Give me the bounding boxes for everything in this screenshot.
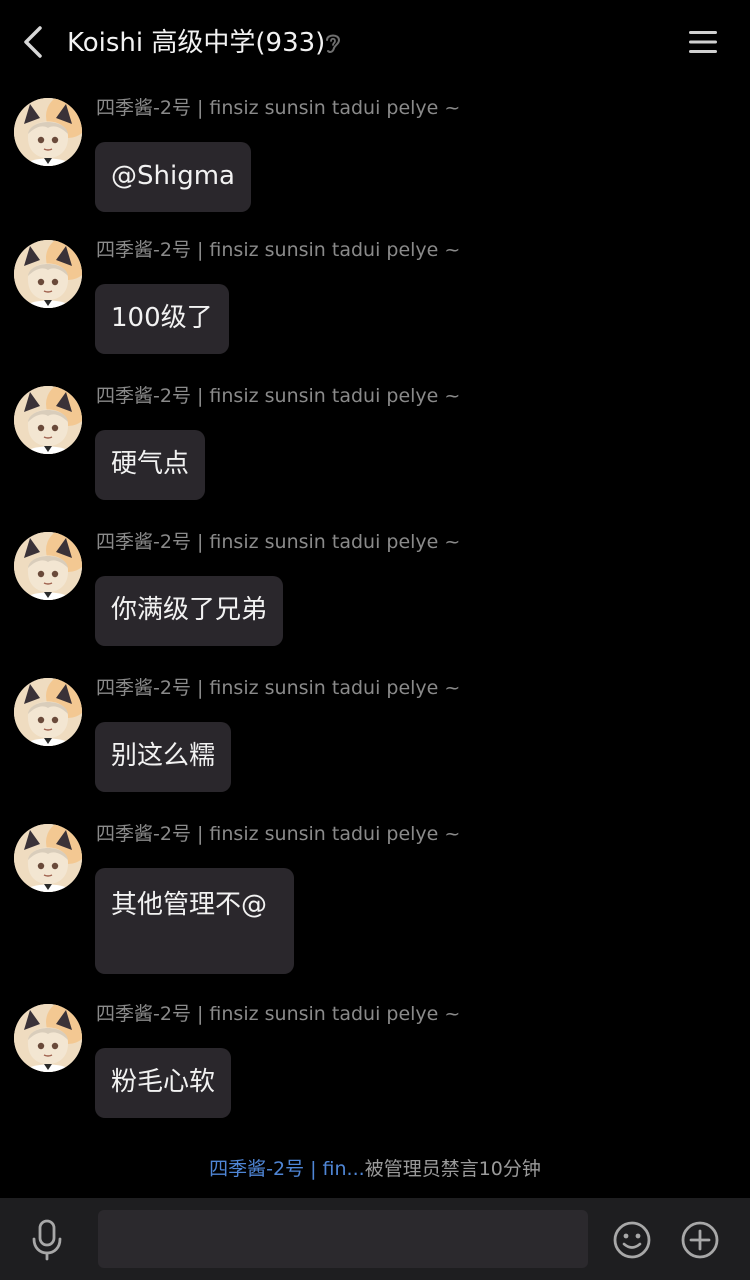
menu-icon [689,31,717,53]
sender-name[interactable]: 四季酱-2号 | finsiz sunsin tadui pelye ~ [96,383,460,409]
sender-name[interactable]: 四季酱-2号 | finsiz sunsin tadui pelye ~ [96,675,460,701]
chevron-left-icon [24,26,42,58]
avatar[interactable] [14,824,82,892]
chat-title: Koishi 高级中学(933) [67,28,326,58]
plus-icon [681,1221,719,1259]
avatar[interactable] [14,98,82,166]
emoji-icon [613,1221,651,1259]
sender-name[interactable]: 四季酱-2号 | finsiz sunsin tadui pelye ~ [96,821,460,847]
avatar[interactable] [14,1004,82,1072]
message-bubble[interactable]: 其他管理不@ [95,868,294,974]
composer-bar [0,1198,750,1280]
voice-button[interactable] [28,1218,66,1262]
message-bubble[interactable]: 100级了 [95,284,229,354]
more-button[interactable] [680,1220,720,1260]
top-bar: Koishi 高级中学(933) [0,0,750,86]
avatar[interactable] [14,240,82,308]
microphone-icon [32,1219,62,1261]
emoji-button[interactable] [612,1220,652,1260]
message-bubble[interactable]: 你满级了兄弟 [95,576,284,646]
sender-name[interactable]: 四季酱-2号 | finsiz sunsin tadui pelye ~ [96,95,460,121]
message-bubble[interactable]: 别这么糯 [95,722,232,792]
sender-name[interactable]: 四季酱-2号 | finsiz sunsin tadui pelye ~ [96,1001,460,1027]
message-bubble[interactable]: 硬气点 [95,430,206,500]
avatar[interactable] [14,386,82,454]
sender-name[interactable]: 四季酱-2号 | finsiz sunsin tadui pelye ~ [96,237,460,263]
avatar[interactable] [14,532,82,600]
avatar[interactable] [14,678,82,746]
back-button[interactable] [16,22,52,62]
ear-icon[interactable] [322,30,344,56]
sender-name[interactable]: 四季酱-2号 | finsiz sunsin tadui pelye ~ [96,529,460,555]
system-notice: 四季酱-2号 | fin...被管理员禁言10分钟 [0,1154,750,1184]
message-bubble[interactable]: @Shigma [95,142,251,212]
menu-button[interactable] [686,26,720,58]
message-input[interactable] [98,1210,588,1268]
notice-text: 被管理员禁言10分钟 [364,1158,541,1180]
notice-user-link[interactable]: 四季酱-2号 | fin... [209,1158,365,1180]
message-bubble[interactable]: 粉毛心软 [95,1048,232,1118]
